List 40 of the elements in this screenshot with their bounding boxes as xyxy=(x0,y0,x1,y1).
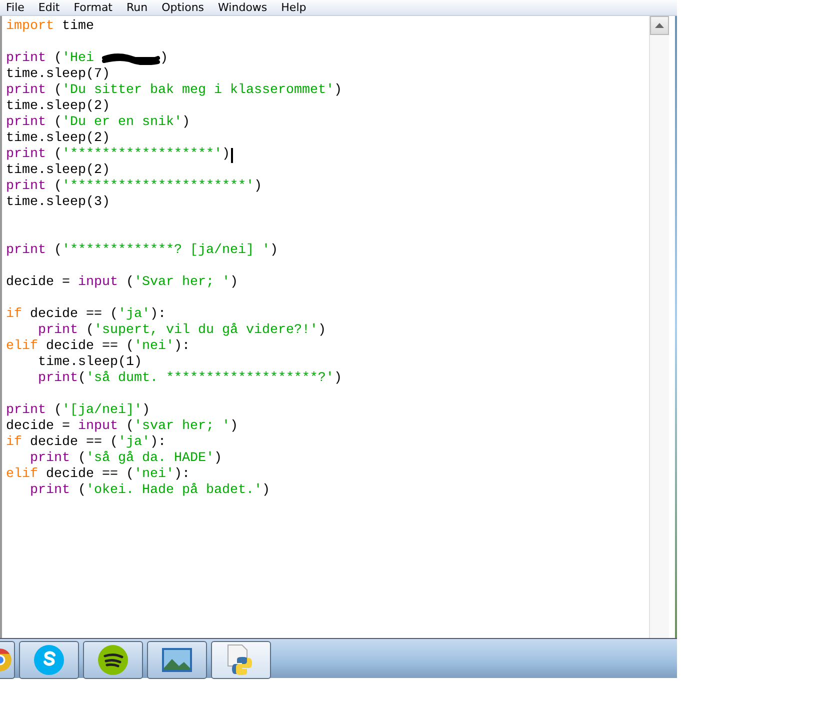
menu-item[interactable]: Format xyxy=(74,1,112,14)
sound-waves-icon xyxy=(97,644,129,676)
taskbar-button[interactable] xyxy=(83,641,143,679)
code-line: elif decide == ('nei'): xyxy=(6,467,190,482)
code-line: print ('supert, vil du gå videre?!') xyxy=(36,323,326,339)
code-line: print ('******************') xyxy=(6,147,230,163)
menu-item[interactable]: Run xyxy=(126,1,148,14)
code-line: print ('okei. Hade på badet.') xyxy=(28,483,270,499)
menu-item[interactable]: Edit xyxy=(38,1,60,14)
code-line: time.sleep(2) xyxy=(6,163,110,179)
code-line: time.sleep(2) xyxy=(6,99,110,115)
code-line: print ('så gå da. HADE') xyxy=(28,451,222,467)
code-line: time.sleep(3) xyxy=(6,195,110,211)
menu-item[interactable]: File xyxy=(6,1,24,14)
code-line: decide = input ('svar her; ') xyxy=(6,419,238,435)
scribble-redaction xyxy=(102,53,160,65)
scroll-up-button[interactable] xyxy=(650,16,669,35)
code-line: time.sleep(1) xyxy=(36,355,142,370)
code-line: print ('Hei xyxy=(6,51,95,67)
code-line: print ('Du sitter bak meg i klasserommet') xyxy=(6,83,342,99)
code-line: elif decide == ('nei'): xyxy=(6,339,190,355)
code-line: if decide == ('ja'): xyxy=(6,307,166,323)
code-line: if decide == ('ja'): xyxy=(6,435,166,450)
landscape-picture-icon xyxy=(161,646,193,674)
menu-item[interactable]: Options xyxy=(162,1,204,14)
code-line: print ('**********************') xyxy=(6,179,262,195)
scrollbar[interactable] xyxy=(649,16,669,638)
menu-item[interactable]: Help xyxy=(281,1,306,14)
code-line: print('så dumt. *******************?') xyxy=(36,371,342,387)
code-line: time.sleep(2) xyxy=(6,131,110,147)
letter-s-icon xyxy=(33,644,65,676)
code-line: import time xyxy=(6,19,94,35)
code-line: ) xyxy=(160,51,168,67)
code-line: time.sleep(7) xyxy=(6,67,110,83)
menu-item[interactable]: Windows xyxy=(218,1,268,14)
code-line: print ('Du er en snik') xyxy=(6,115,190,131)
code-line: print ('*************? [ja/nei] ') xyxy=(6,243,278,259)
up-arrow-icon xyxy=(655,23,664,28)
code-line: print ('[ja/nei]') xyxy=(6,403,150,419)
code-line: decide = input ('Svar her; ') xyxy=(6,275,238,291)
